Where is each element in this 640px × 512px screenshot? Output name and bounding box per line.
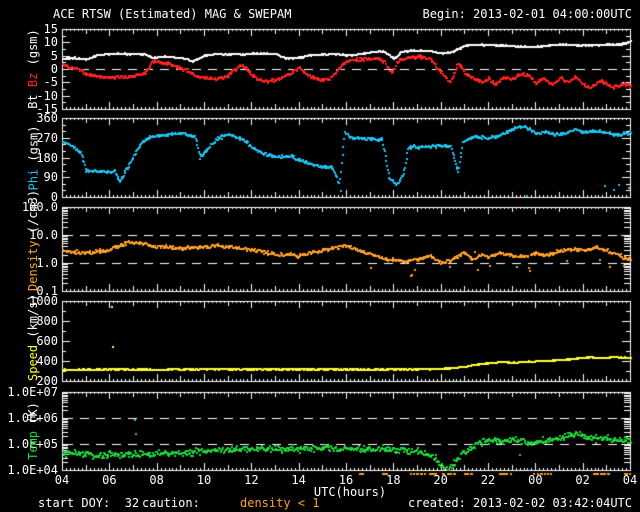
x-axis-title: UTC(hours) [313, 485, 387, 499]
x-tick-label: 04 [622, 473, 638, 487]
axis-label-part: (gsm) [26, 29, 40, 73]
caution-value: density < 1 [240, 496, 320, 510]
page-title: ACE RTSW (Estimated) MAG & SWEPAM [53, 7, 292, 21]
axis-label-part: Temp [26, 431, 40, 460]
axis-label-part: (/cm3) [26, 189, 40, 241]
caution-label: caution: [142, 496, 200, 510]
y-axis-title-panel1: Bt Bz (gsm) [26, 29, 41, 109]
begin-timestamp: Begin: 2013-02-01 04:00:00UTC [422, 7, 632, 21]
y-axis-title-panel5: Temp (K) [26, 392, 41, 470]
axis-label-part: (gsm) [26, 124, 40, 169]
y-axis-title-panel3: Density (/cm3) [26, 190, 41, 291]
x-tick-label: 22 [480, 473, 496, 487]
y-axis-title-panel2: Phi (gsm) [26, 118, 41, 197]
x-tick-label: 00 [528, 473, 543, 487]
axis-label-part: Phi [26, 168, 40, 191]
x-tick-label: 14 [291, 473, 306, 487]
created-timestamp: created: 2013-02-02 03:42:04UTC [408, 496, 632, 510]
x-tick-label: 08 [149, 473, 164, 487]
start-doy-label: start DOY: 32 [38, 496, 140, 510]
axis-label-part: Bt [26, 87, 40, 109]
y-axis-title-panel4: Speed (km/s) [26, 294, 41, 381]
plot-canvas [0, 0, 640, 512]
x-tick-label: 06 [102, 473, 117, 487]
axis-label-part: Bz [26, 72, 40, 88]
ace-rtsw-plot-window: ACE RTSW (Estimated) MAG & SWEPAM Begin:… [0, 0, 640, 512]
x-tick-label: 10 [196, 473, 212, 487]
x-tick-label: 12 [244, 473, 259, 487]
x-tick-label: 04 [54, 473, 70, 487]
axis-label-part: Speed [26, 344, 40, 381]
axis-label-part: (K) [26, 402, 40, 431]
axis-label-part: (km/s) [26, 294, 40, 345]
x-tick-label: 20 [433, 473, 448, 487]
axis-label-part: Density [26, 240, 40, 291]
x-tick-label: 02 [575, 473, 590, 487]
